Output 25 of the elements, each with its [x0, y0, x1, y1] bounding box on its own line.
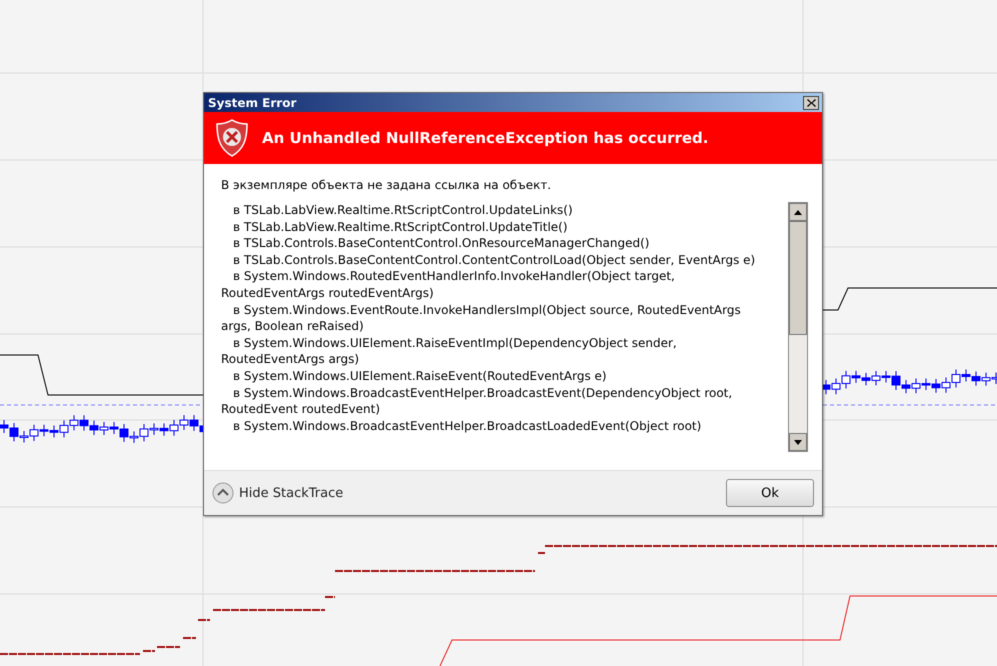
stack-trace-line: в TSLab.LabView.Realtime.RtScriptControl.UpdateTitle() — [232, 218, 569, 236]
stack-trace-line: в TSLab.Controls.BaseContentControl.OnResourceManagerChanged() — [232, 235, 650, 252]
stack-trace-line: в System.Windows.BroadcastEventHelper.BroadcastLoadedEvent(Object root) — [232, 418, 702, 434]
error-message: В экземпляре объекта не задана ссылка на объект. — [221, 178, 552, 192]
stack-trace-line: в System.Windows.EventRoute.InvokeHandlersImpl(Object source, RoutedEventArgs args, Boolean reRaised) — [221, 302, 742, 335]
stack-trace-line: в System.Windows.UIElement.RaiseEventImpl(DependencyObject sender, RoutedEventArgs args) — [221, 334, 678, 368]
scroll-up-button[interactable] — [789, 203, 807, 221]
close-button[interactable] — [803, 96, 819, 110]
stack-trace-line: в System.Windows.UIElement.RaiseEvent(RoutedEventArgs e) — [232, 368, 608, 385]
up-arrow-icon — [794, 210, 802, 214]
ok-button[interactable]: Ok — [726, 479, 814, 507]
chevron-up-icon — [212, 482, 234, 504]
stack-trace-line: в TSLab.Controls.BaseContentControl.ContentControlLoad(Object sender, EventArgs e) — [232, 252, 756, 268]
scroll-down-button[interactable] — [789, 433, 807, 451]
scrollbar[interactable] — [788, 202, 808, 452]
stack-trace-line: в TSLab.LabView.Realtime.RtScriptControl.UpdateLinks() — [232, 202, 574, 219]
stack-trace-line: в System.Windows.RoutedEventHandlerInfo.InvokeHandler(Object target, RoutedEventArgs routedEventArgs) — [221, 268, 676, 302]
stack-trace-line: в System.Windows.BroadcastEventHelper.BroadcastEvent(DependencyObject root, RoutedEvent routedEvent) — [221, 384, 734, 418]
close-icon — [806, 98, 816, 106]
hide-stacktrace-button[interactable]: Hide StackTrace — [212, 482, 344, 504]
shield-error-icon — [216, 119, 248, 157]
down-arrow-icon — [794, 440, 802, 444]
error-heading: An Unhandled NullReferenceException has occurred. — [262, 129, 708, 147]
window-title: System Error — [208, 96, 296, 110]
scroll-thumb[interactable] — [789, 221, 807, 335]
